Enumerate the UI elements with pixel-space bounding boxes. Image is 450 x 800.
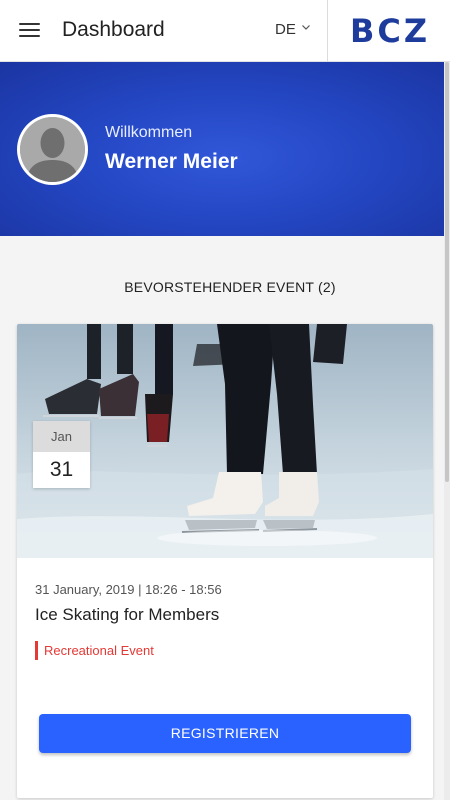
menu-line bbox=[19, 35, 40, 37]
avatar[interactable] bbox=[17, 114, 88, 185]
menu-line bbox=[19, 23, 40, 25]
page-title: Dashboard bbox=[62, 18, 165, 41]
header-divider bbox=[327, 0, 328, 62]
hamburger-menu-icon[interactable] bbox=[19, 21, 41, 39]
user-name: Werner Meier bbox=[105, 150, 238, 173]
language-selector[interactable]: DE bbox=[275, 21, 296, 38]
event-card[interactable]: Jan 31 31 January, 2019 | 18:26 - 18:56 … bbox=[17, 324, 433, 798]
section-title: BEVORSTEHENDER EVENT (2) bbox=[124, 279, 336, 295]
event-month: Jan bbox=[33, 421, 90, 452]
welcome-banner: Willkommen Werner Meier bbox=[0, 62, 450, 236]
brand-logo[interactable]: BCZ bbox=[350, 12, 430, 50]
welcome-text: Willkommen bbox=[105, 124, 193, 141]
register-button[interactable]: REGISTRIEREN bbox=[39, 714, 411, 753]
user-avatar-placeholder bbox=[20, 117, 85, 182]
event-image: Jan 31 bbox=[17, 324, 433, 558]
chevron-down-icon[interactable] bbox=[301, 22, 311, 32]
top-app-bar: Dashboard DE BCZ bbox=[0, 0, 450, 62]
scrollbar-thumb[interactable] bbox=[445, 62, 449, 482]
person-silhouette-icon bbox=[20, 117, 85, 182]
event-category-tag: Recreational Event bbox=[35, 641, 154, 660]
event-date-badge: Jan 31 bbox=[33, 421, 90, 488]
event-datetime: 31 January, 2019 | 18:26 - 18:56 bbox=[35, 582, 222, 597]
menu-line bbox=[19, 29, 40, 31]
event-title[interactable]: Ice Skating for Members bbox=[35, 605, 219, 625]
event-day: 31 bbox=[49, 458, 74, 481]
